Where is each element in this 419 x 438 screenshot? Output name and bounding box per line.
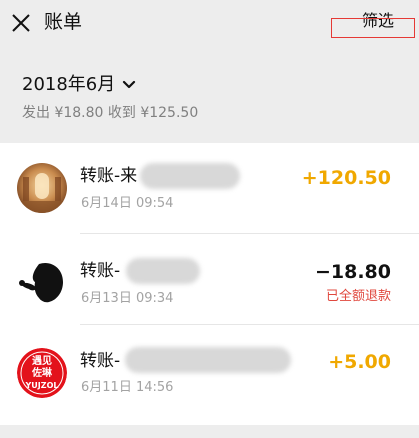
page-title: 账单	[44, 11, 83, 33]
list-item[interactable]: 转账- 6月13日 09:34 −18.80 已全额退款	[0, 234, 419, 325]
transaction-name: 转账-来	[80, 166, 138, 186]
badge-text-top: 遇见	[32, 356, 52, 367]
transaction-datetime: 6月13日 09:34	[81, 291, 174, 306]
red-badge-avatar: 遇见 佐琳 YUJZOL	[17, 348, 67, 398]
redacted-name-blur	[140, 163, 240, 189]
refund-status: 已全额退款	[325, 289, 391, 304]
silhouette-avatar	[17, 258, 67, 308]
transaction-name: 转账-	[80, 261, 121, 281]
room-photo-avatar	[17, 163, 67, 213]
transaction-amount: +120.50	[301, 167, 391, 189]
transaction-amount: −18.80	[314, 261, 391, 283]
transaction-amount: +5.00	[328, 351, 391, 373]
bottom-background	[0, 425, 419, 438]
top-bar: 账单 筛选	[0, 0, 419, 46]
transaction-datetime: 6月11日 14:56	[81, 380, 174, 395]
period-summary: 发出 ¥18.80 收到 ¥125.50	[22, 105, 199, 121]
redacted-name-blur	[125, 347, 291, 373]
month-selector[interactable]: 2018年6月	[22, 72, 136, 98]
list-item[interactable]: 转账-来 6月14日 09:54 +120.50	[0, 143, 419, 234]
transaction-datetime: 6月14日 09:54	[81, 196, 174, 211]
transaction-list: 转账-来 6月14日 09:54 +120.50 转账- 6月13日 09:34…	[0, 143, 419, 425]
period-section: 2018年6月 发出 ¥18.80 收到 ¥125.50	[0, 50, 419, 142]
badge-text-bottom: YUJZOL	[25, 381, 59, 390]
month-label: 2018年6月	[22, 74, 116, 95]
chevron-down-icon	[123, 80, 136, 89]
list-item[interactable]: 遇见 佐琳 YUJZOL 转账- 6月11日 14:56 +5.00	[0, 325, 419, 416]
close-icon[interactable]	[10, 12, 32, 34]
badge-text-mid: 佐琳	[32, 368, 52, 379]
filter-highlight-box[interactable]	[331, 18, 415, 38]
redacted-name-blur	[126, 258, 200, 284]
transaction-name: 转账-	[80, 351, 121, 371]
